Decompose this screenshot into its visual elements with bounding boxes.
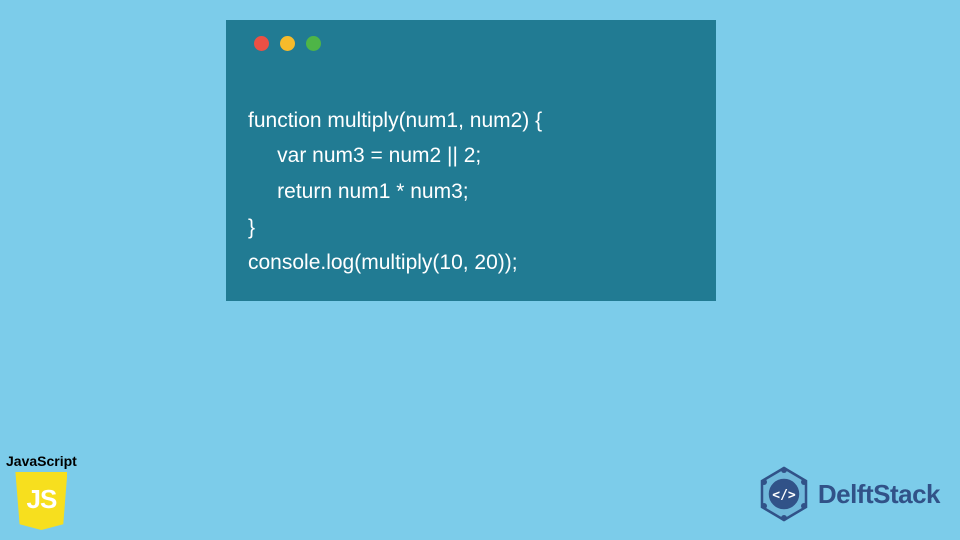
window-controls	[254, 36, 694, 51]
javascript-logo-icon: JS	[15, 472, 67, 530]
code-block: function multiply(num1, num2) { var num3…	[248, 67, 694, 281]
code-line: function multiply(num1, num2) {	[248, 109, 542, 132]
minimize-icon	[280, 36, 295, 51]
delftstack-icon: </>	[756, 466, 812, 522]
svg-text:</>: </>	[772, 488, 796, 503]
code-line: }	[248, 216, 255, 239]
javascript-badge: JavaScript JS	[6, 453, 77, 530]
code-line: var num3 = num2 || 2;	[248, 144, 481, 167]
javascript-label: JavaScript	[6, 453, 77, 469]
javascript-logo-text: JS	[27, 484, 57, 515]
brand-logo: </> DelftStack	[756, 466, 940, 522]
maximize-icon	[306, 36, 321, 51]
close-icon	[254, 36, 269, 51]
brand-name: DelftStack	[818, 479, 940, 510]
code-line: console.log(multiply(10, 20));	[248, 251, 518, 274]
code-window: function multiply(num1, num2) { var num3…	[226, 20, 716, 301]
code-line: return num1 * num3;	[248, 180, 469, 203]
